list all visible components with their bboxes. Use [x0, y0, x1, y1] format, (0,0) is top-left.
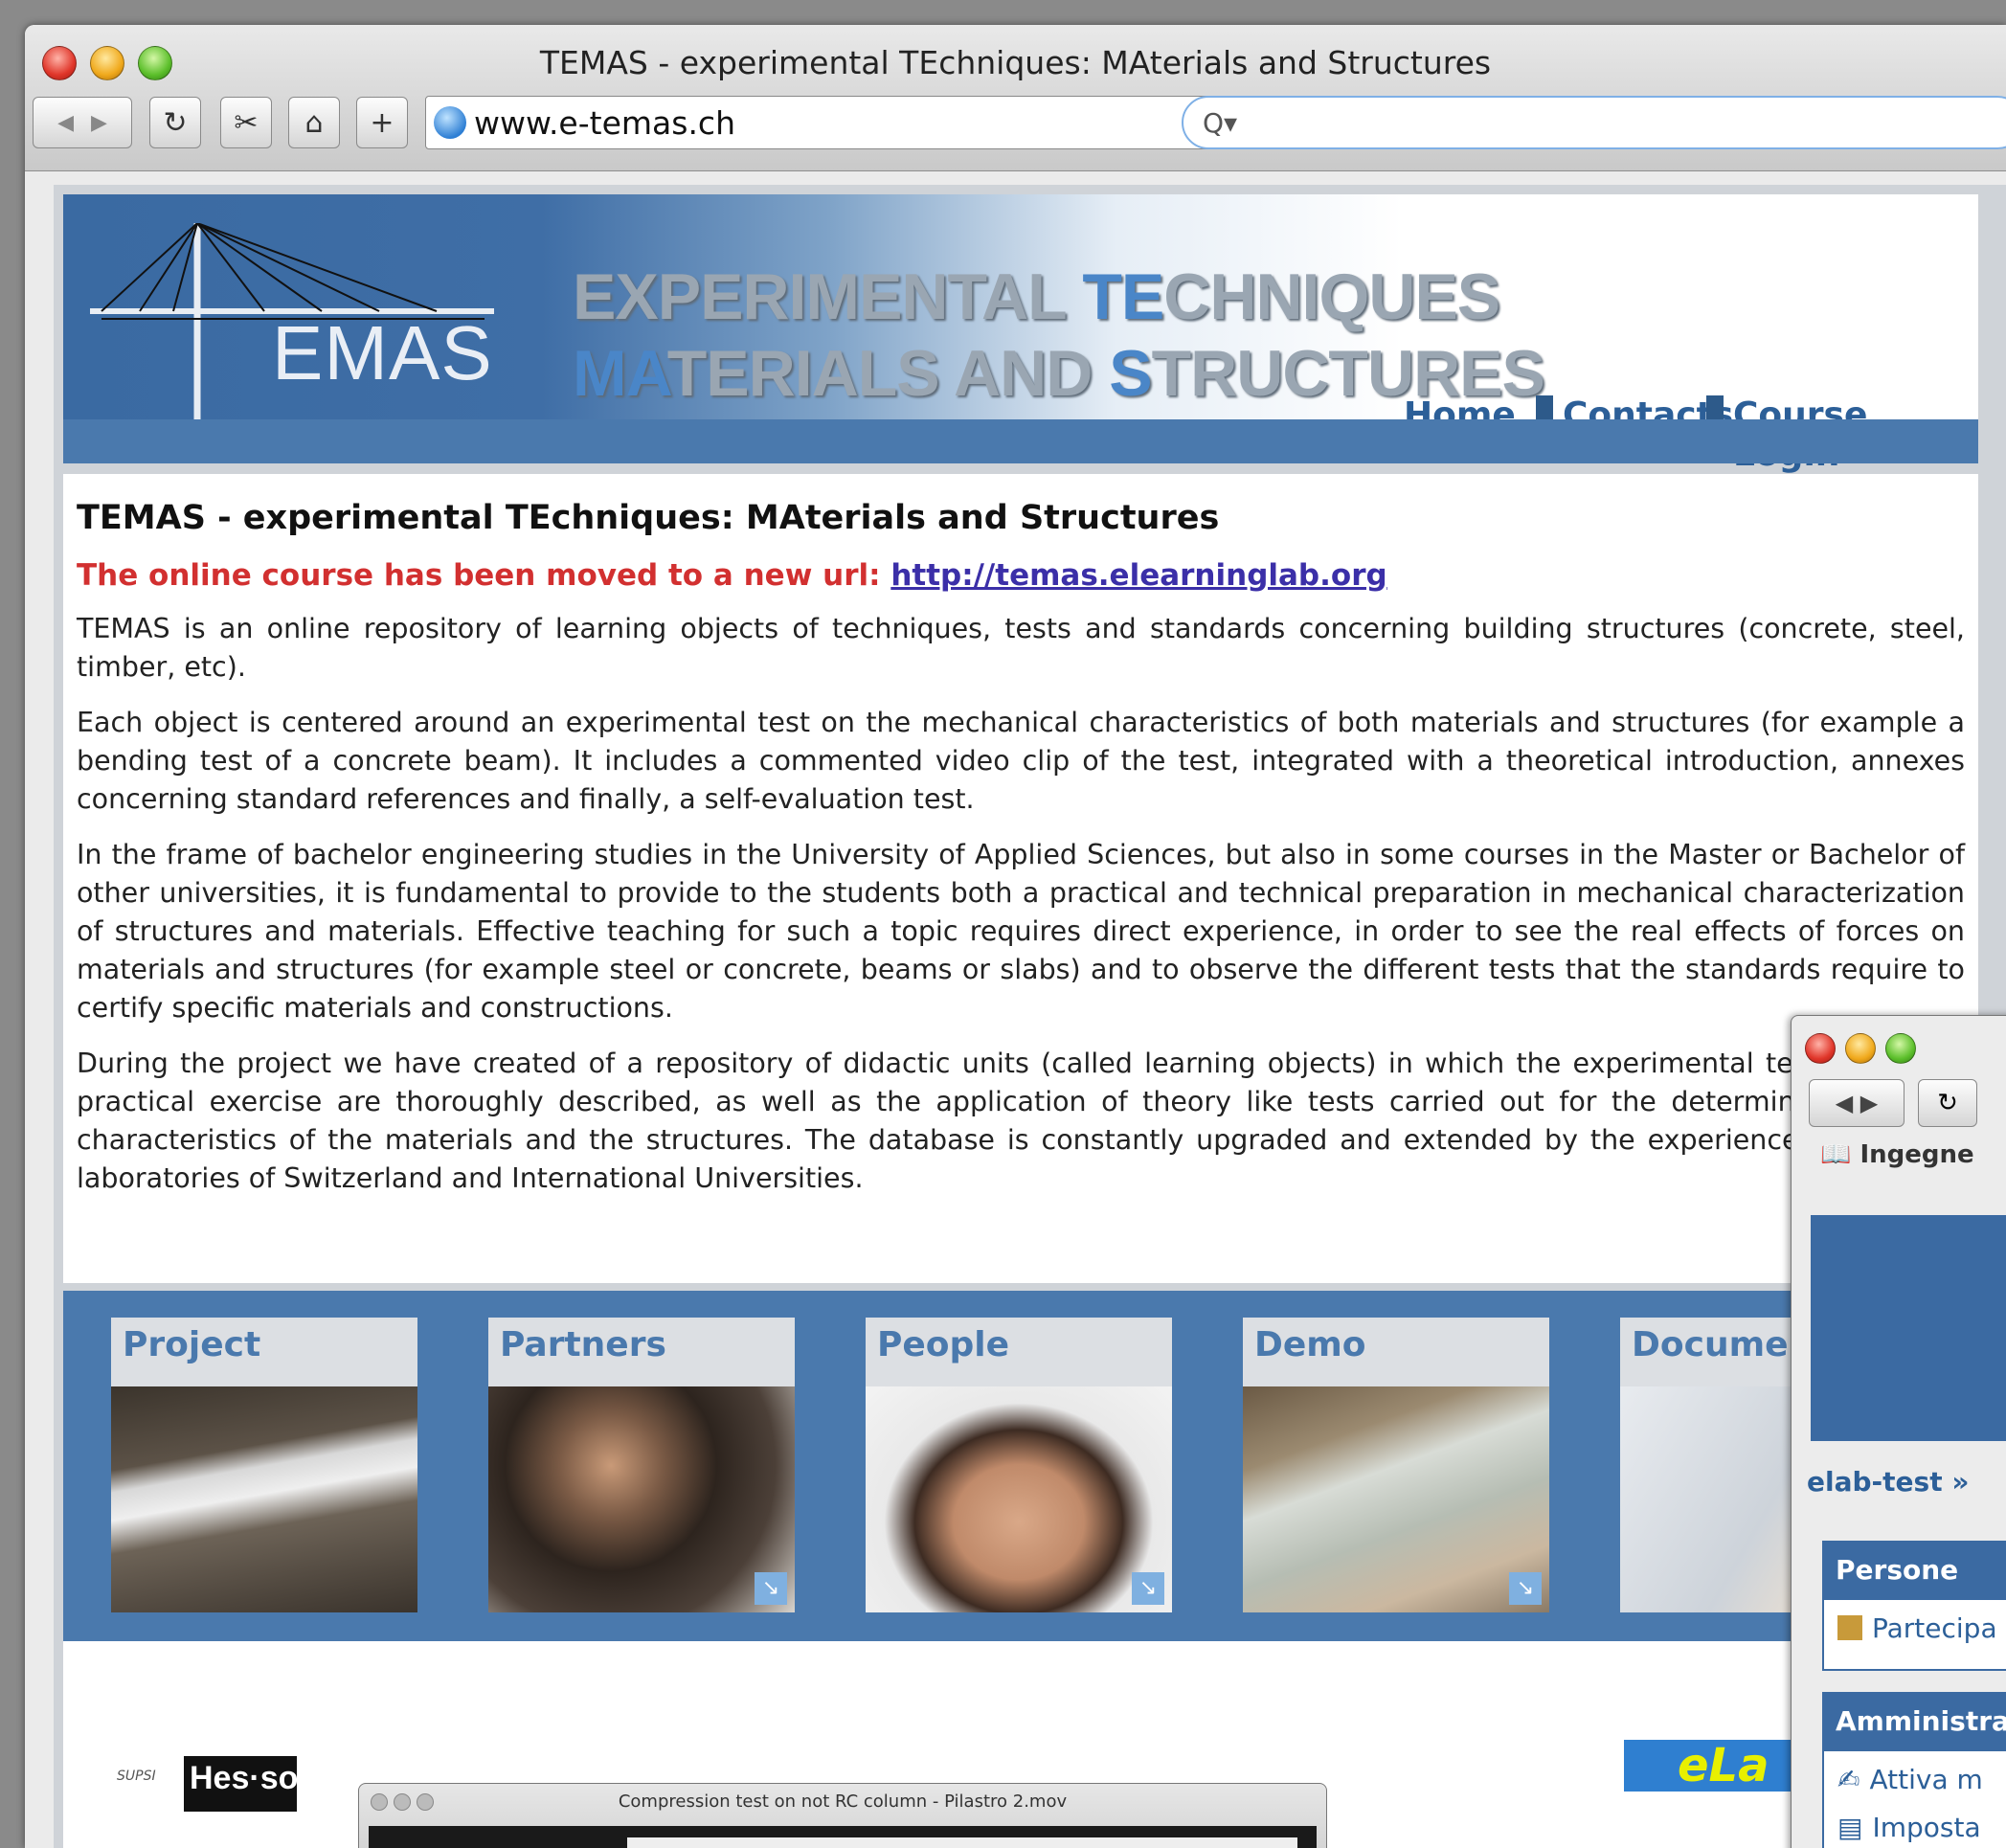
search-field[interactable]: Q▾	[1182, 96, 2006, 149]
url-text[interactable]: www.e-temas.ch	[474, 104, 735, 142]
bookmarks-bar[interactable]: 📖 Ingegne	[1820, 1140, 1974, 1169]
home-icon: ⌂	[304, 105, 324, 140]
notice-text: The online course has been moved to a ne…	[77, 558, 891, 593]
page-title: TEMAS - experimental TEchniques: MAteria…	[77, 499, 1220, 537]
arrow-icon[interactable]: ↘	[1132, 1572, 1164, 1605]
globe-icon	[434, 106, 466, 139]
plus-icon: +	[370, 105, 394, 140]
item-label[interactable]: Imposta	[1872, 1812, 1980, 1843]
reload-icon: ↻	[163, 105, 188, 140]
browser-window: TEMAS - experimental TEchniques: MAteria…	[25, 25, 2006, 1848]
logo-text: EMAS	[272, 310, 493, 395]
video-content	[627, 1837, 1297, 1848]
document-icon: ▤	[1837, 1811, 1863, 1843]
banner-bar	[63, 419, 1978, 463]
admin-box: Amministraz ✍ Attiva m ▤ Imposta	[1822, 1692, 2006, 1848]
mini-banner	[1811, 1215, 2006, 1441]
project-photo	[111, 1386, 417, 1612]
back-icon[interactable]: ◀	[57, 111, 74, 135]
tile-label[interactable]: Project	[111, 1318, 417, 1385]
elab-logo[interactable]: eLa	[1624, 1740, 1815, 1792]
settings-link[interactable]: ▤ Imposta	[1824, 1799, 2006, 1847]
section-tiles: Project Partners ↘ People ↘ Demo ↘ Docum…	[63, 1291, 1978, 1641]
window-controls	[1805, 1033, 1916, 1064]
tile-label[interactable]: Partners	[488, 1318, 795, 1385]
page-frame: EMAS EXPERIMENTAL TECHNIQUES MATERIALS A…	[54, 185, 2006, 1848]
snip-button[interactable]: ✂	[220, 97, 272, 148]
video-window-title: Compression test on not RC column - Pila…	[618, 1792, 1068, 1812]
box-header: Amministraz	[1824, 1694, 2006, 1751]
new-url-link[interactable]: http://temas.elearninglab.org	[890, 558, 1386, 593]
home-button[interactable]: ⌂	[288, 97, 340, 148]
banner-heading-line2: MATERIALS AND STRUCTURES	[573, 336, 1545, 411]
back-icon[interactable]: ◀ ▶	[1836, 1090, 1879, 1116]
tile-demo[interactable]: Demo ↘	[1243, 1318, 1549, 1612]
scissors-icon: ✂	[234, 105, 259, 140]
heading-highlight: TE	[1082, 260, 1164, 333]
banner-heading-line1: EXPERIMENTAL TECHNIQUES	[573, 259, 1500, 334]
close-button[interactable]	[1805, 1033, 1836, 1064]
heading-part: CHNIQUES	[1163, 260, 1500, 333]
tile-label[interactable]: People	[866, 1318, 1172, 1385]
edit-mode-link[interactable]: ✍ Attiva m	[1824, 1751, 2006, 1799]
partners-photo	[488, 1386, 795, 1612]
page-content: EMAS EXPERIMENTAL TECHNIQUES MATERIALS A…	[25, 171, 2006, 1848]
zoom-button[interactable]	[1885, 1033, 1916, 1064]
breadcrumb[interactable]: elab-test »	[1807, 1466, 1969, 1498]
search-icon: Q▾	[1203, 106, 1238, 139]
heading-part: TERIALS AND	[666, 337, 1110, 410]
heading-highlight: MA	[573, 337, 668, 410]
heading-highlight: S	[1109, 337, 1152, 410]
tile-project[interactable]: Project	[111, 1318, 417, 1612]
bookmark-item[interactable]: Ingegne	[1859, 1140, 1973, 1169]
demo-photo	[1243, 1386, 1549, 1612]
reload-button[interactable]: ↻	[1918, 1079, 1977, 1127]
tile-label[interactable]: Demo	[1243, 1318, 1549, 1385]
item-label[interactable]: Attiva m	[1869, 1764, 1982, 1795]
video-window[interactable]: Compression test on not RC column - Pila…	[358, 1783, 1327, 1848]
window-title: TEMAS - experimental TEchniques: MAteria…	[539, 44, 1492, 81]
people-photo	[866, 1386, 1172, 1612]
item-label[interactable]: Partecipa	[1872, 1612, 1997, 1644]
paragraph: In the frame of bachelor engineering stu…	[77, 839, 1965, 1024]
paragraph: Each object is centered around an experi…	[77, 707, 1965, 815]
minimize-button[interactable]	[1845, 1033, 1876, 1064]
pencil-icon: ✍	[1837, 1763, 1860, 1795]
reload-icon: ↻	[1937, 1089, 1958, 1117]
participants-link[interactable]: Partecipa	[1824, 1600, 2006, 1648]
arrow-icon[interactable]: ↘	[1509, 1572, 1542, 1605]
tile-partners[interactable]: Partners ↘	[488, 1318, 795, 1612]
arrow-icon[interactable]: ↘	[755, 1572, 787, 1605]
forward-icon[interactable]: ▶	[91, 111, 107, 135]
reload-button[interactable]: ↻	[149, 97, 201, 148]
tile-people[interactable]: People ↘	[866, 1318, 1172, 1612]
paragraph: TEMAS is an online repository of learnin…	[77, 613, 1965, 683]
back-forward-buttons[interactable]: ◀ ▶	[1809, 1079, 1905, 1127]
moved-notice: The online course has been moved to a ne…	[77, 558, 1965, 593]
people-icon	[1837, 1615, 1862, 1640]
second-browser-window[interactable]: ◀ ▶ ↻ 📖 Ingegne elab-test » Persone Part…	[1791, 1015, 2006, 1848]
back-forward-buttons[interactable]: ◀ ▶	[33, 97, 132, 148]
paragraph: During the project we have created of a …	[77, 1048, 1965, 1194]
add-bookmark-button[interactable]: +	[356, 97, 408, 148]
box-header: Persone	[1824, 1543, 2006, 1600]
main-content: TEMAS - experimental TEchniques: MAteria…	[63, 474, 1978, 1283]
hesso-logo[interactable]: Hes·so	[184, 1756, 298, 1812]
title-bar: TEMAS - experimental TEchniques: MAteria…	[25, 25, 2006, 171]
book-icon: 📖	[1820, 1140, 1860, 1169]
heading-part: EXPERIMENTAL	[573, 260, 1083, 333]
persone-box: Persone Partecipa	[1822, 1541, 2006, 1671]
